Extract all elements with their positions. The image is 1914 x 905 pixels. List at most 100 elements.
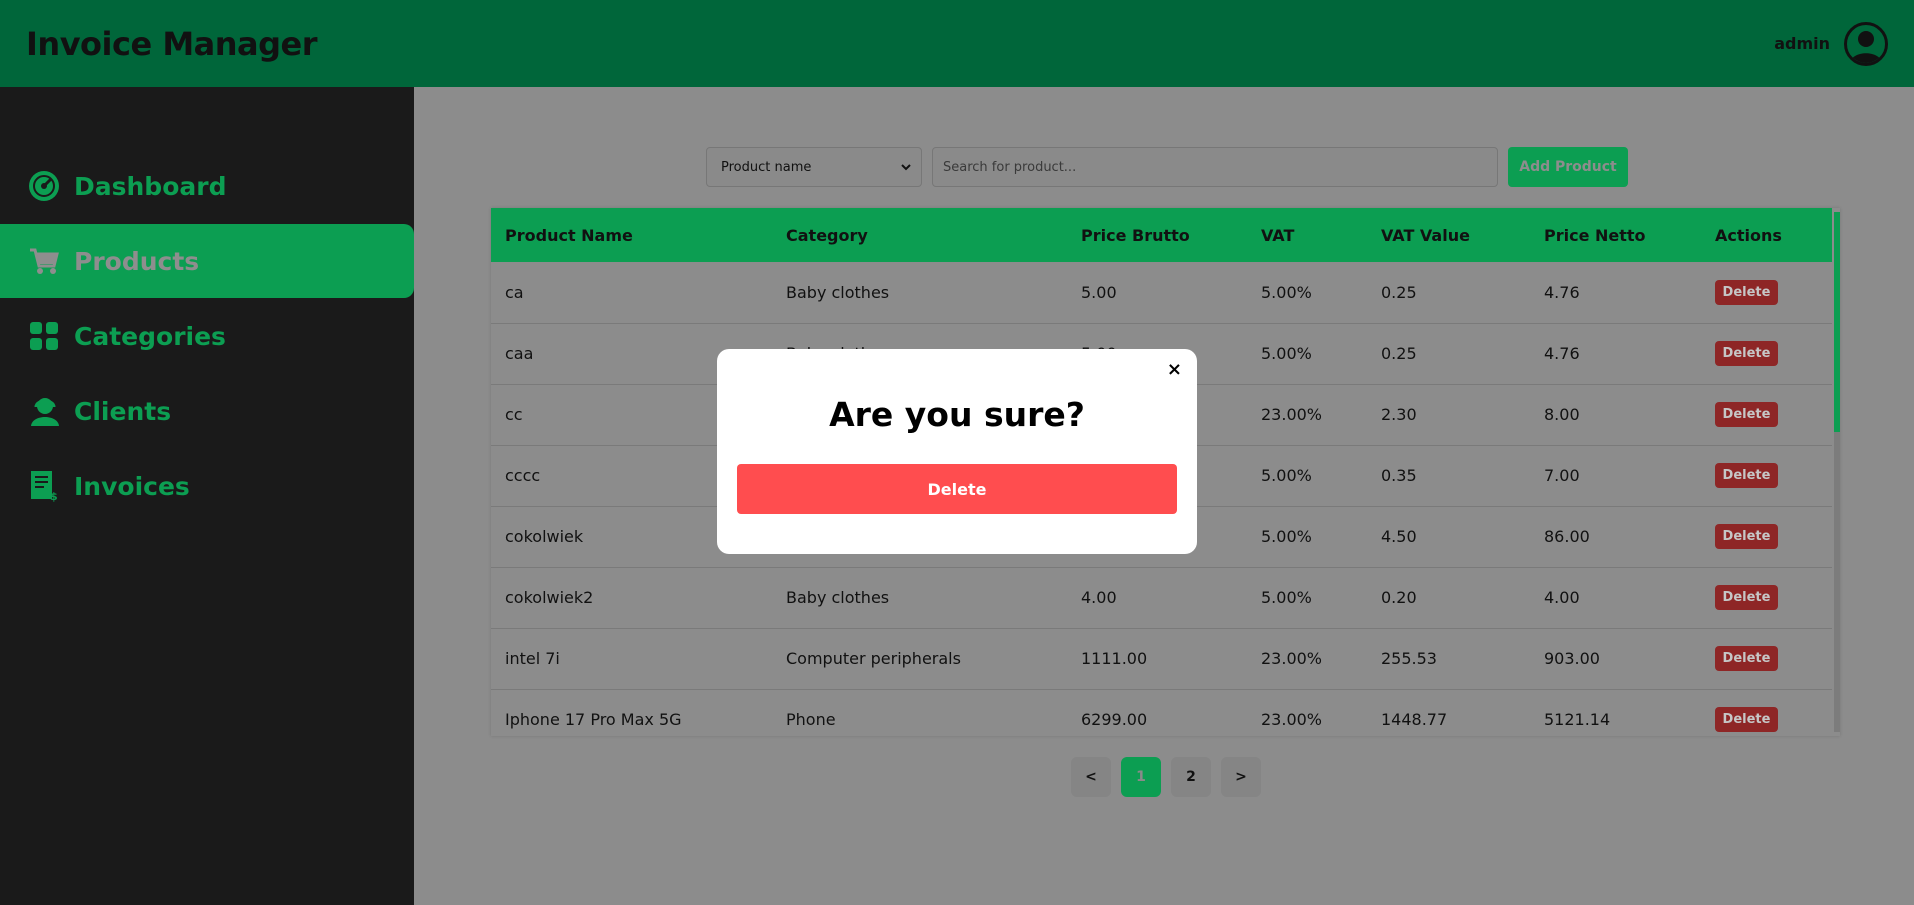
- cell-price-netto: 903.00: [1530, 628, 1701, 690]
- cell-vat-value: 0.35: [1367, 445, 1530, 507]
- sidebar-item-categories[interactable]: Categories: [0, 299, 414, 373]
- sidebar-item-label: Invoices: [74, 471, 190, 501]
- user-menu[interactable]: admin: [1774, 21, 1888, 66]
- scrollbar-thumb[interactable]: [1834, 212, 1840, 432]
- cell-actions: Delete: [1701, 628, 1832, 690]
- cell-actions: Delete: [1701, 323, 1832, 385]
- cell-vat: 5.00%: [1247, 262, 1367, 324]
- add-product-button[interactable]: Add Product: [1508, 147, 1628, 187]
- modal-title: Are you sure?: [829, 395, 1085, 434]
- cell-category: Computer peripherals: [772, 628, 1067, 690]
- client-icon: [28, 395, 60, 427]
- delete-row-button[interactable]: Delete: [1715, 707, 1778, 732]
- cell-product-name: cokolwiek2: [491, 567, 772, 629]
- cell-price-netto: 7.00: [1530, 445, 1701, 507]
- cell-vat: 23.00%: [1247, 628, 1367, 690]
- cell-vat: 5.00%: [1247, 323, 1367, 385]
- cell-vat: 5.00%: [1247, 567, 1367, 629]
- column-header[interactable]: Price Brutto: [1067, 208, 1247, 262]
- cell-vat-value: 0.25: [1367, 323, 1530, 385]
- delete-row-button[interactable]: Delete: [1715, 402, 1778, 427]
- cell-actions: Delete: [1701, 567, 1832, 629]
- cell-vat-value: 255.53: [1367, 628, 1530, 690]
- search-input[interactable]: [932, 147, 1498, 187]
- avatar[interactable]: [1844, 21, 1888, 66]
- cell-price-netto: 4.76: [1530, 262, 1701, 324]
- cell-category: Phone: [772, 689, 1067, 736]
- dashboard-gauge-icon: [28, 170, 60, 202]
- column-header: Actions: [1701, 208, 1832, 262]
- page-button-2[interactable]: 2: [1171, 757, 1211, 797]
- cell-actions: Delete: [1701, 689, 1832, 736]
- app-title: Invoice Manager: [26, 24, 318, 63]
- sidebar-item-products[interactable]: Products: [0, 224, 414, 298]
- filter-select-value: Product name: [721, 159, 812, 175]
- filter-select[interactable]: Product name: [706, 147, 922, 187]
- sidebar-item-clients[interactable]: Clients: [0, 374, 414, 448]
- table-header-row: Product Name Category Price Brutto VAT V…: [491, 208, 1832, 262]
- cell-price-netto: 4.00: [1530, 567, 1701, 629]
- column-header[interactable]: Price Netto: [1530, 208, 1701, 262]
- delete-row-button[interactable]: Delete: [1715, 341, 1778, 366]
- table-row: Iphone 17 Pro Max 5G Phone 6299.00 23.00…: [491, 689, 1832, 736]
- cell-vat-value: 2.30: [1367, 384, 1530, 446]
- cell-category: Baby clothes: [772, 262, 1067, 324]
- prev-page-button[interactable]: <: [1071, 757, 1111, 797]
- column-header[interactable]: Product Name: [491, 208, 772, 262]
- cell-price-brutto: 5.00: [1067, 262, 1247, 324]
- confirm-delete-button[interactable]: Delete: [737, 464, 1177, 514]
- user-avatar-icon: [1850, 30, 1882, 63]
- table-scrollbar[interactable]: [1834, 212, 1840, 732]
- cell-price-netto: 4.76: [1530, 323, 1701, 385]
- cell-vat-value: 0.20: [1367, 567, 1530, 629]
- cell-actions: Delete: [1701, 262, 1832, 324]
- cell-vat: 23.00%: [1247, 689, 1367, 736]
- cell-price-brutto: 1111.00: [1067, 628, 1247, 690]
- table-row: ca Baby clothes 5.00 5.00% 0.25 4.76 Del…: [491, 262, 1832, 324]
- product-toolbar: Product name Add Product: [706, 147, 1628, 187]
- cell-price-netto: 86.00: [1530, 506, 1701, 568]
- close-icon[interactable]: ×: [1167, 359, 1182, 380]
- table-row: cokolwiek2 Baby clothes 4.00 5.00% 0.20 …: [491, 567, 1832, 629]
- grid-icon: [28, 320, 60, 352]
- cell-price-netto: 8.00: [1530, 384, 1701, 446]
- delete-row-button[interactable]: Delete: [1715, 463, 1778, 488]
- cell-product-name: intel 7i: [491, 628, 772, 690]
- cell-category: Baby clothes: [772, 567, 1067, 629]
- column-header[interactable]: VAT Value: [1367, 208, 1530, 262]
- sidebar-item-dashboard[interactable]: Dashboard: [0, 149, 414, 223]
- column-header[interactable]: VAT: [1247, 208, 1367, 262]
- sidebar-item-label: Categories: [74, 321, 226, 351]
- app-header: Invoice Manager admin: [0, 0, 1914, 87]
- invoice-icon: $: [28, 470, 60, 502]
- cell-vat: 23.00%: [1247, 384, 1367, 446]
- delete-row-button[interactable]: Delete: [1715, 646, 1778, 671]
- username: admin: [1774, 34, 1830, 53]
- cell-product-name: Iphone 17 Pro Max 5G: [491, 689, 772, 736]
- cell-vat-value: 1448.77: [1367, 689, 1530, 736]
- next-page-button[interactable]: >: [1221, 757, 1261, 797]
- chevron-down-icon: [901, 163, 911, 170]
- sidebar-item-invoices[interactable]: $ Invoices: [0, 449, 414, 523]
- sidebar-item-label: Dashboard: [74, 171, 227, 201]
- cell-price-brutto: 4.00: [1067, 567, 1247, 629]
- sidebar: Dashboard Products Categories Clients $ …: [0, 87, 414, 905]
- cell-price-brutto: 6299.00: [1067, 689, 1247, 736]
- cell-actions: Delete: [1701, 384, 1832, 446]
- cell-price-netto: 5121.14: [1530, 689, 1701, 736]
- sidebar-item-label: Products: [74, 246, 200, 276]
- table-row: intel 7i Computer peripherals 1111.00 23…: [491, 628, 1832, 690]
- delete-row-button[interactable]: Delete: [1715, 524, 1778, 549]
- sidebar-item-label: Clients: [74, 396, 172, 426]
- delete-row-button[interactable]: Delete: [1715, 585, 1778, 610]
- page-button-1[interactable]: 1: [1121, 757, 1161, 797]
- delete-row-button[interactable]: Delete: [1715, 279, 1778, 305]
- cell-actions: Delete: [1701, 445, 1832, 507]
- confirm-delete-modal: × Are you sure? Delete: [717, 349, 1197, 554]
- svg-text:$: $: [50, 490, 58, 502]
- cell-vat-value: 0.25: [1367, 262, 1530, 324]
- cell-actions: Delete: [1701, 506, 1832, 568]
- pagination: < 1 2 >: [1071, 757, 1261, 797]
- cell-vat-value: 4.50: [1367, 506, 1530, 568]
- column-header[interactable]: Category: [772, 208, 1067, 262]
